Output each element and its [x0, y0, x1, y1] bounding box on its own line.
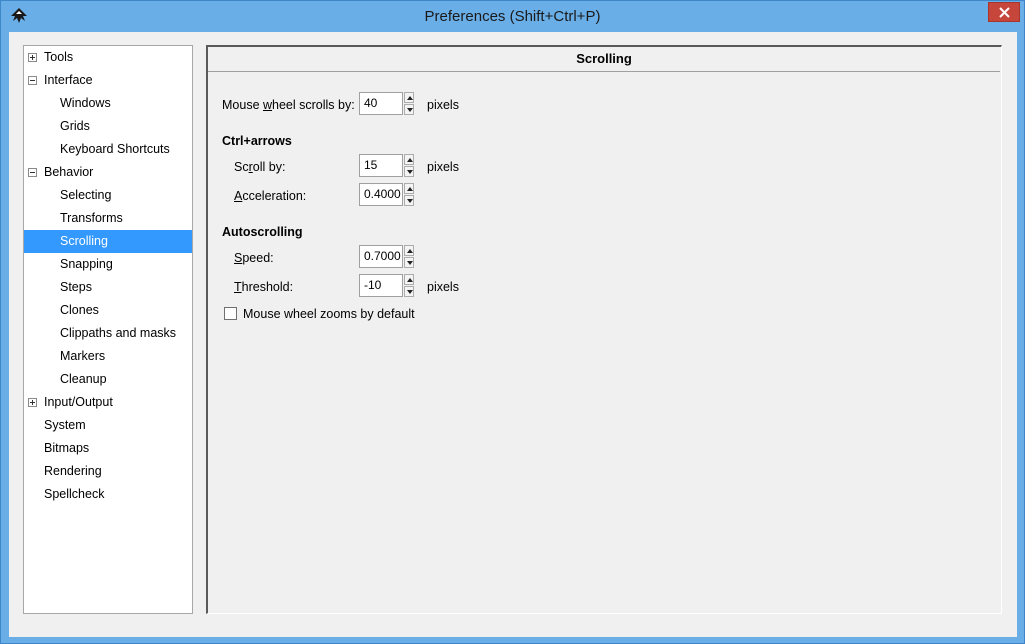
tree-item-label: Snapping [60, 257, 113, 271]
tree-item-snapping[interactable]: Snapping [24, 253, 192, 276]
mouse-wheel-label: Mouse wheel scrolls by: [222, 97, 355, 113]
threshold-spinner[interactable]: -10 [359, 274, 415, 297]
tree-item-label: Bitmaps [44, 441, 90, 455]
tree-item-markers[interactable]: Markers [24, 345, 192, 368]
label-part: hreshold: [241, 280, 294, 294]
tree-item-label: Interface [44, 73, 93, 87]
expand-icon[interactable] [28, 53, 37, 62]
label-part: Sc [234, 160, 249, 174]
label-part: oll by: [252, 160, 286, 174]
tree-item-bitmaps[interactable]: Bitmaps [24, 437, 192, 460]
tree-item-interface[interactable]: Interface [24, 69, 192, 92]
label-part: Mouse [222, 98, 263, 112]
tree-item-label: Scrolling [60, 234, 108, 248]
tree-item-scrolling[interactable]: Scrolling [24, 230, 192, 253]
tree-item-label: Keyboard Shortcuts [60, 142, 170, 156]
threshold-input[interactable]: -10 [359, 274, 403, 297]
acceleration-label: Acceleration: [234, 188, 306, 204]
spin-up-icon[interactable] [404, 92, 414, 103]
label-part: cceleration: [242, 189, 307, 203]
tree-item-steps[interactable]: Steps [24, 276, 192, 299]
mnemonic-letter: w [263, 98, 273, 112]
spin-up-icon[interactable] [404, 183, 414, 194]
tree-item-clones[interactable]: Clones [24, 299, 192, 322]
tree-item-behavior[interactable]: Behavior [24, 161, 192, 184]
tree-item-label: Input/Output [44, 395, 113, 409]
spin-down-icon[interactable] [404, 195, 414, 206]
tree-item-input-output[interactable]: Input/Output [24, 391, 192, 414]
tree-item-label: Rendering [44, 464, 102, 478]
tree-item-label: Spellcheck [44, 487, 105, 501]
collapse-icon[interactable] [28, 168, 37, 177]
scroll-by-label: Scroll by: [234, 159, 285, 175]
preferences-tree[interactable]: Tools Interface Windows Grids Keyboard S… [23, 45, 193, 614]
tree-item-label: System [44, 418, 86, 432]
spin-down-icon[interactable] [404, 286, 414, 297]
tree-item-transforms[interactable]: Transforms [24, 207, 192, 230]
tree-item-grids[interactable]: Grids [24, 115, 192, 138]
spin-up-icon[interactable] [404, 274, 414, 285]
tree-item-label: Cleanup [60, 372, 107, 386]
tree-item-label: Behavior [44, 165, 94, 179]
tree-item-label: Tools [44, 50, 74, 64]
tree-item-clippaths-and-masks[interactable]: Clippaths and masks [24, 322, 192, 345]
spin-down-icon[interactable] [404, 104, 414, 115]
tree-item-cleanup[interactable]: Cleanup [24, 368, 192, 391]
label-part: heel scrolls by: [272, 98, 355, 112]
mnemonic-letter: T [234, 280, 242, 294]
label-part: peed: [242, 251, 274, 265]
scroll-by-unit: pixels [427, 160, 459, 174]
spin-up-icon[interactable] [404, 245, 414, 256]
spin-down-icon[interactable] [404, 257, 414, 268]
tree-item-label: Grids [60, 119, 90, 133]
scrolling-panel: Scrolling Mouse wheel scrolls by: 40 pix… [206, 45, 1002, 614]
spin-down-icon[interactable] [404, 166, 414, 177]
zoom-by-default-label[interactable]: Mouse wheel zooms by default [243, 306, 415, 322]
mouse-wheel-input[interactable]: 40 [359, 92, 403, 115]
scroll-by-input[interactable]: 15 [359, 154, 403, 177]
preferences-window: Preferences (Shift+Ctrl+P) Tools Interfa… [0, 0, 1025, 644]
tree-item-rendering[interactable]: Rendering [24, 460, 192, 483]
threshold-unit: pixels [427, 280, 459, 294]
spin-up-icon[interactable] [404, 154, 414, 165]
speed-spinner[interactable]: 0.7000 [359, 245, 415, 268]
tree-item-label: Clones [60, 303, 99, 317]
mouse-wheel-unit: pixels [427, 98, 459, 112]
close-button[interactable] [988, 2, 1020, 22]
tree-item-label: Transforms [60, 211, 123, 225]
acceleration-spinner[interactable]: 0.4000 [359, 183, 415, 206]
scroll-by-spinner[interactable]: 15 [359, 154, 415, 177]
tree-item-keyboard-shortcuts[interactable]: Keyboard Shortcuts [24, 138, 192, 161]
collapse-icon[interactable] [28, 76, 37, 85]
title-bar[interactable]: Preferences (Shift+Ctrl+P) [1, 1, 1024, 32]
acceleration-input[interactable]: 0.4000 [359, 183, 403, 206]
tree-item-tools[interactable]: Tools [24, 46, 192, 69]
expand-icon[interactable] [28, 398, 37, 407]
autoscrolling-heading: Autoscrolling [222, 225, 303, 239]
tree-item-label: Markers [60, 349, 106, 363]
tree-item-label: Windows [60, 96, 111, 110]
close-icon [999, 7, 1010, 18]
ctrl-arrows-heading: Ctrl+arrows [222, 134, 292, 148]
mouse-wheel-spinner[interactable]: 40 [359, 92, 415, 115]
tree-item-spellcheck[interactable]: Spellcheck [24, 483, 192, 506]
tree-item-system[interactable]: System [24, 414, 192, 437]
panel-title: Scrolling [208, 47, 1000, 72]
tree-item-windows[interactable]: Windows [24, 92, 192, 115]
zoom-by-default-checkbox[interactable] [224, 307, 237, 320]
window-title: Preferences (Shift+Ctrl+P) [424, 8, 601, 25]
speed-label: Speed: [234, 250, 274, 266]
tree-item-selecting[interactable]: Selecting [24, 184, 192, 207]
speed-input[interactable]: 0.7000 [359, 245, 403, 268]
tree-item-label: Selecting [60, 188, 112, 202]
dialog-client-area: Tools Interface Windows Grids Keyboard S… [9, 32, 1017, 637]
threshold-label: Threshold: [234, 279, 293, 295]
tree-item-label: Clippaths and masks [60, 326, 177, 340]
tree-item-label: Steps [60, 280, 92, 294]
